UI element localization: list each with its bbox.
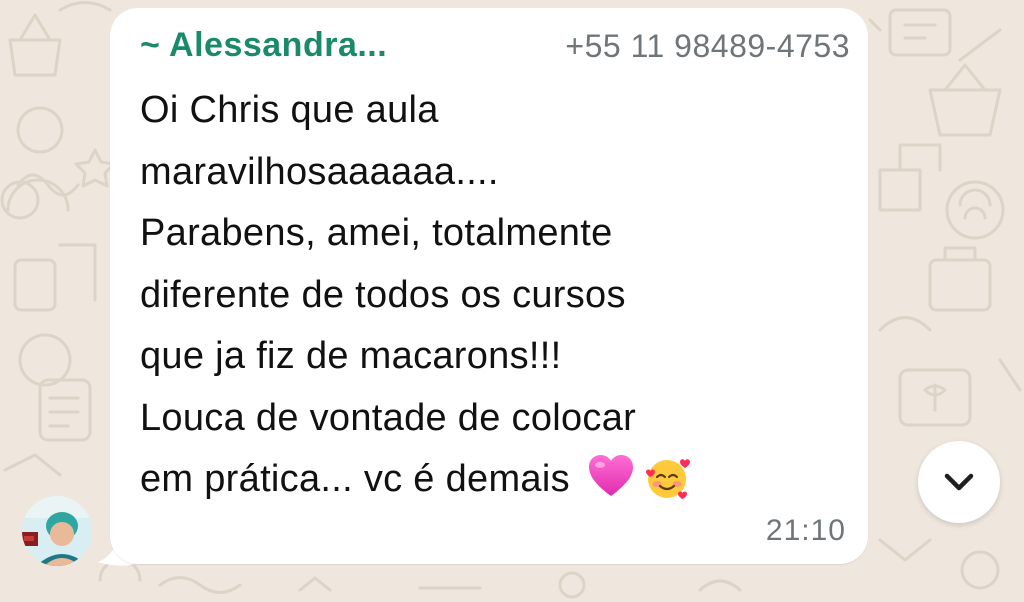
message-line-last: em prática... vc é demais (140, 449, 840, 511)
scroll-to-bottom-button[interactable] (918, 441, 1000, 523)
message-line: em prática... vc é demais (140, 458, 570, 500)
message-line: Louca de vontade de colocar (140, 396, 637, 439)
message-line: Parabens, amei, totalmente (140, 212, 613, 254)
message-header: ~ Alessandra... +55 11 98489-4753 (140, 22, 850, 72)
message-line: maravilhosaaaaaa.... (140, 150, 499, 193)
pink-heart-icon (588, 454, 633, 496)
message-line: diferente de todos os cursos (140, 273, 626, 316)
chevron-down-icon (944, 473, 974, 491)
message-body: Oi Chris que aula maravilhosaaaaaa.... P… (140, 80, 840, 511)
message-line: Oi Chris que aula (140, 89, 439, 131)
sender-name[interactable]: ~ Alessandra... (140, 26, 387, 65)
smiling-face-with-hearts-icon (645, 459, 690, 499)
message-line: que ja fiz de macarons!!! (140, 335, 562, 377)
sender-phone[interactable]: +55 11 98489-4753 (565, 28, 850, 65)
message-timestamp: 21:10 (765, 514, 846, 547)
avatar[interactable] (22, 496, 92, 566)
